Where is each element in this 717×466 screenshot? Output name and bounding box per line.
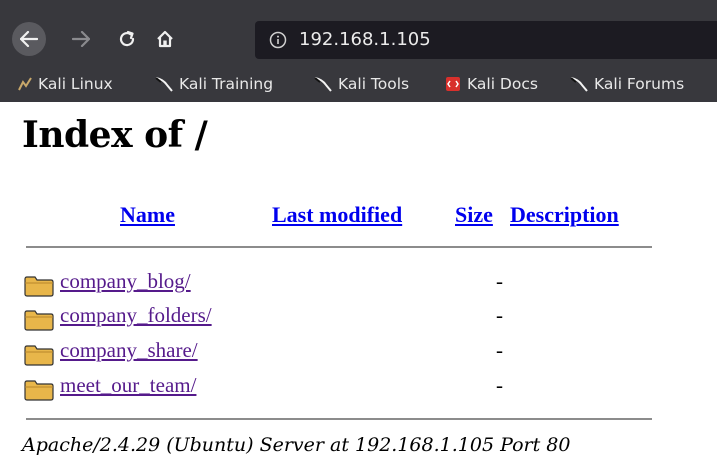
sort-by-name-link[interactable]: Name [120,202,175,228]
bookmark-label: Kali Linux [38,75,113,93]
folder-icon [24,345,54,366]
directory-link[interactable]: company_share/ [60,338,198,363]
home-icon [157,30,173,48]
home-button[interactable] [148,22,182,56]
browser-chrome: 192.168.1.105 Kali Linux Kali Training K… [0,0,717,102]
reload-icon [119,30,135,47]
size-cell: - [496,373,503,397]
reload-button[interactable] [110,22,144,56]
directory-link[interactable]: company_folders/ [60,303,212,328]
info-icon[interactable] [269,31,287,53]
forward-icon [72,31,90,47]
divider [26,418,652,420]
bookmark-label: Kali Forums [594,75,685,93]
back-button[interactable] [12,22,46,56]
bookmark-kali-docs[interactable]: Kali Docs [445,75,538,93]
docs-icon [445,76,461,92]
bookmark-label: Kali Training [179,75,274,93]
kali-icon [314,76,332,92]
bookmark-kali-linux[interactable]: Kali Linux [18,75,113,93]
forward-button[interactable] [64,22,98,56]
table-row: meet_our_team/ - [24,373,524,403]
bookmark-kali-training[interactable]: Kali Training [155,75,273,93]
folder-icon [24,276,54,297]
bookmark-kali-tools[interactable]: Kali Tools [314,75,409,93]
table-row: company_share/ - [24,338,524,368]
folder-icon [24,310,54,331]
folder-icon [24,380,54,401]
size-cell: - [496,303,503,327]
bookmark-label: Kali Docs [467,75,538,93]
size-cell: - [496,338,503,362]
navigation-toolbar: 192.168.1.105 [0,0,717,68]
page-content: Index of / Name Last modified Size Descr… [0,102,717,466]
url-text[interactable]: 192.168.1.105 [299,29,431,50]
directory-link[interactable]: meet_our_team/ [60,373,196,398]
bookmark-label: Kali Tools [338,75,410,93]
bookmarks-bar: Kali Linux Kali Training Kali Tools Kali… [0,68,717,102]
sort-by-description-link[interactable]: Description [510,202,619,228]
divider [26,246,652,248]
kali-icon [18,77,32,91]
page-title: Index of / [22,114,208,156]
server-signature: Apache/2.4.29 (Ubuntu) Server at 192.168… [22,434,571,456]
bookmark-kali-forums[interactable]: Kali Forums [570,75,684,93]
directory-link[interactable]: company_blog/ [60,269,191,294]
kali-icon [155,76,173,92]
back-icon [20,31,38,47]
table-row: company_folders/ - [24,303,524,333]
address-bar[interactable]: 192.168.1.105 [255,21,717,59]
table-row: company_blog/ - [24,269,524,299]
kali-icon [570,76,588,92]
sort-by-last-modified-link[interactable]: Last modified [272,202,402,228]
size-cell: - [496,269,503,293]
sort-by-size-link[interactable]: Size [455,202,493,228]
